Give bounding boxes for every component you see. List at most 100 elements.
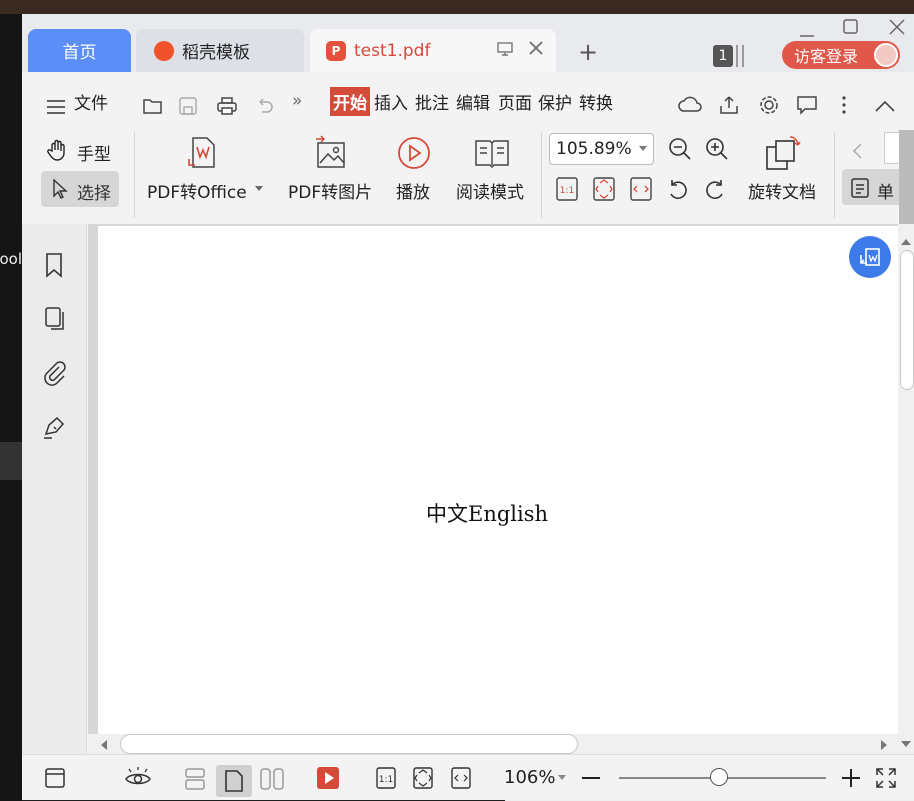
zoom-dropdown-icon: [639, 146, 647, 151]
ribbon-scroll-button[interactable]: [899, 130, 914, 226]
fit-page-status-icon[interactable]: [412, 766, 434, 790]
read-mode-label[interactable]: 阅读模式: [456, 178, 524, 203]
tab-templates-label: 稻壳模板: [182, 43, 250, 63]
menu-edit[interactable]: 编辑: [456, 86, 490, 116]
actual-size-status-icon[interactable]: 1:1: [375, 766, 397, 790]
background-window-left: ool: [0, 14, 22, 801]
actual-size-icon[interactable]: 1:1: [555, 176, 579, 202]
document-text: 中文English: [426, 502, 549, 526]
double-page-view-icon[interactable]: [259, 767, 285, 791]
convert-page-icon: [860, 248, 880, 266]
ribbon-separator: [834, 132, 835, 218]
menu-page[interactable]: 页面: [498, 86, 532, 116]
scroll-left-icon[interactable]: [100, 740, 108, 750]
zoom-level[interactable]: 106%: [504, 767, 555, 788]
read-mode-icon[interactable]: [473, 135, 511, 171]
slideshow-play-icon[interactable]: [316, 766, 340, 790]
save-icon[interactable]: [178, 91, 198, 121]
open-folder-icon[interactable]: [142, 91, 164, 121]
zoom-select[interactable]: 105.89%: [549, 133, 654, 165]
menu-insert[interactable]: 插入: [374, 86, 408, 116]
pdf-to-office-label[interactable]: PDF转Office: [147, 178, 247, 203]
status-bar: 1:1 106%: [22, 754, 914, 800]
continuous-view-icon[interactable]: [184, 767, 206, 791]
pdf-to-image-icon[interactable]: [314, 135, 350, 171]
signature-pen-icon[interactable]: [42, 414, 68, 440]
fit-page-icon[interactable]: [592, 176, 616, 202]
zoom-select-value: 105.89%: [556, 139, 632, 159]
rotate-document-icon[interactable]: [764, 135, 802, 173]
tab-templates[interactable]: 稻壳模板: [136, 29, 304, 72]
svg-text:1:1: 1:1: [560, 186, 574, 196]
pdf-to-image-label[interactable]: PDF转图片: [288, 178, 372, 203]
tab-pdf-document[interactable]: P test1.pdf: [310, 29, 556, 72]
minimize-icon[interactable]: [798, 24, 816, 42]
undo-icon[interactable]: [254, 91, 274, 121]
horizontal-scroll-thumb[interactable]: [120, 734, 578, 754]
play-label[interactable]: 播放: [396, 178, 430, 203]
pdf-app-window: 首页 稻壳模板 P test1.pdf + 1 访客登录 文件 » 开始 插入: [22, 14, 914, 800]
zoom-level-dropdown-icon[interactable]: [558, 775, 566, 781]
hand-tool-label[interactable]: 手型: [77, 140, 111, 165]
avatar: [874, 43, 898, 67]
rotate-document-label[interactable]: 旋转文档: [748, 178, 816, 203]
eye-protection-icon[interactable]: [124, 767, 152, 789]
select-cursor-icon: [53, 178, 68, 199]
collapse-ribbon-icon[interactable]: [874, 92, 896, 122]
zoom-minus-icon[interactable]: [580, 767, 602, 789]
sidebar-toggle-icon[interactable]: [44, 767, 66, 789]
window-count-bars-icon: [736, 45, 744, 67]
chevron-left-icon[interactable]: [851, 142, 865, 160]
menu-start[interactable]: 开始: [330, 86, 370, 116]
fullscreen-icon[interactable]: [874, 766, 898, 790]
zoom-slider-handle[interactable]: [710, 768, 728, 786]
menu-annotate[interactable]: 批注: [415, 86, 449, 116]
menu-file[interactable]: 文件: [74, 86, 108, 116]
hamburger-icon[interactable]: [46, 92, 66, 122]
vertical-scroll-thumb[interactable]: [900, 250, 914, 390]
more-vertical-icon[interactable]: [840, 90, 848, 120]
bookmark-icon[interactable]: [44, 252, 64, 278]
more-tools-icon[interactable]: »: [292, 86, 302, 116]
zoom-in-icon[interactable]: [704, 136, 730, 162]
zoom-out-icon[interactable]: [667, 136, 693, 162]
guest-login-label: 访客登录: [794, 47, 859, 66]
rotate-left-icon[interactable]: [666, 177, 690, 201]
close-tab-icon[interactable]: [528, 40, 544, 56]
new-tab-button[interactable]: +: [578, 38, 598, 66]
document-viewport: 中文English: [88, 224, 914, 754]
scroll-up-icon[interactable]: [901, 238, 911, 246]
play-icon[interactable]: [396, 135, 432, 171]
scroll-right-icon[interactable]: [880, 740, 888, 750]
tab-home[interactable]: 首页: [28, 29, 131, 72]
print-icon[interactable]: [216, 91, 238, 121]
select-tool-label: 选择: [77, 184, 111, 204]
window-count-badge[interactable]: 1: [713, 45, 733, 67]
pdf-to-office-icon[interactable]: [185, 135, 221, 171]
fit-width-icon[interactable]: [629, 176, 653, 202]
dropdown-arrow-icon[interactable]: [255, 186, 263, 192]
comment-icon[interactable]: [796, 90, 818, 120]
guest-login-button[interactable]: 访客登录: [782, 41, 900, 69]
menu-convert[interactable]: 转换: [579, 86, 613, 116]
attachment-icon[interactable]: [42, 359, 66, 387]
pdf-page[interactable]: 中文English: [98, 226, 898, 754]
svg-text:1:1: 1:1: [379, 775, 393, 785]
share-icon[interactable]: [718, 90, 740, 120]
close-window-icon[interactable]: [888, 18, 906, 36]
docer-logo-icon: [154, 40, 174, 61]
scroll-down-icon[interactable]: [901, 740, 911, 748]
floating-convert-button[interactable]: [849, 236, 891, 278]
hand-tool-icon[interactable]: [46, 138, 70, 162]
rotate-right-icon[interactable]: [703, 177, 727, 201]
fit-width-status-icon[interactable]: [450, 766, 472, 790]
ribbon-separator: [134, 132, 135, 218]
monitor-icon[interactable]: [496, 40, 514, 58]
zoom-plus-icon[interactable]: [840, 767, 862, 789]
settings-gear-icon[interactable]: [758, 90, 780, 120]
menu-protect[interactable]: 保护: [538, 86, 572, 116]
cloud-icon[interactable]: [678, 90, 704, 120]
thumbnails-icon[interactable]: [44, 306, 66, 332]
background-label: ool: [0, 250, 22, 268]
maximize-icon[interactable]: [842, 18, 860, 36]
